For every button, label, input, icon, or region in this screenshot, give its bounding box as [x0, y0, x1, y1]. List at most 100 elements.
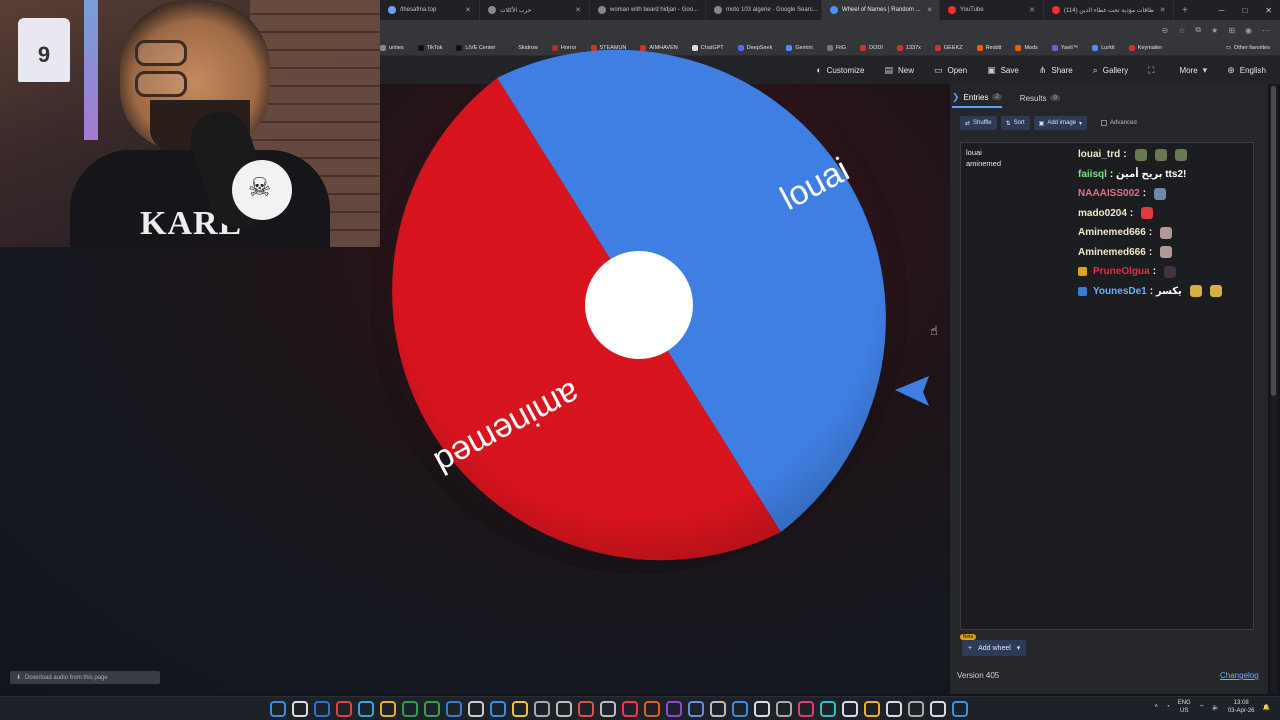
- taskbar-app-icon[interactable]: [798, 701, 814, 717]
- bookmark-item[interactable]: Keymailer: [1128, 44, 1162, 51]
- add-wheel-button[interactable]: + Add wheel ▾: [962, 640, 1027, 656]
- open-button[interactable]: ▭ Open: [934, 65, 967, 76]
- taskbar-app-icon[interactable]: [754, 701, 770, 717]
- fullscreen-button[interactable]: ⛶: [1148, 65, 1159, 76]
- language-region: US: [1180, 708, 1189, 714]
- new-tab-button[interactable]: +: [1174, 5, 1196, 16]
- browser-tab[interactable]: YouTube ✕: [940, 0, 1044, 20]
- advanced-toggle[interactable]: Advanced: [1101, 120, 1137, 126]
- taskbar-app-icon[interactable]: [534, 701, 550, 717]
- share-button[interactable]: ⋔ Share: [1039, 65, 1073, 76]
- other-favorites[interactable]: ▭ Other favorites: [1226, 45, 1280, 51]
- tab-entries[interactable]: ❯ Entries 2: [952, 92, 1002, 108]
- taskbar-app-icon[interactable]: [908, 701, 924, 717]
- maximize-icon[interactable]: □: [1242, 6, 1247, 15]
- zoom-icon[interactable]: ⊖: [1162, 26, 1169, 35]
- tab-favicon-icon: [1052, 6, 1060, 14]
- bookmark-item[interactable]: GEEKZ: [934, 44, 963, 51]
- taskbar-app-icon[interactable]: [776, 701, 792, 717]
- bookmark-item[interactable]: Lurkit: [1092, 44, 1115, 51]
- browser-tab[interactable]: woman with beard hidjan - Goo...✕: [590, 0, 706, 20]
- taskbar-app-icon[interactable]: [424, 701, 440, 717]
- network-icon[interactable]: ◔: [1166, 704, 1170, 710]
- taskbar-app-icon[interactable]: [446, 701, 462, 717]
- taskbar-app-icon[interactable]: [556, 701, 572, 717]
- taskbar-app-icon[interactable]: [578, 701, 594, 717]
- tab-close-icon[interactable]: ✕: [569, 6, 581, 14]
- save-label: Save: [1000, 65, 1019, 75]
- chevron-right-icon[interactable]: ❯: [952, 92, 960, 103]
- more-label: More: [1179, 65, 1198, 75]
- browser-tab[interactable]: Wheel of Names | Random ... ✕: [822, 0, 940, 20]
- taskbar-app-icon[interactable]: [644, 701, 660, 717]
- tray-chevron-icon[interactable]: ˄: [1155, 704, 1159, 710]
- wheel-center-hub[interactable]: [585, 251, 693, 359]
- english-button[interactable]: ⊕ English: [1227, 65, 1266, 76]
- taskbar-app-icon[interactable]: [820, 701, 836, 717]
- taskbar-app-icon[interactable]: [512, 701, 528, 717]
- taskbar-app-icon[interactable]: [842, 701, 858, 717]
- profile-icon[interactable]: ◉: [1245, 26, 1252, 35]
- taskbar-app-icon[interactable]: [930, 701, 946, 717]
- taskbar-app-icon[interactable]: [490, 701, 506, 717]
- taskbar-app-icon[interactable]: [402, 701, 418, 717]
- gallery-button[interactable]: ⌕ Gallery: [1093, 65, 1128, 76]
- clock[interactable]: 13:08 03-Apr-26: [1228, 699, 1255, 715]
- tab-close-icon[interactable]: ✕: [921, 6, 933, 14]
- windows-start-icon[interactable]: [270, 701, 286, 717]
- browser-tab[interactable]: /thesafma.top ✕: [380, 0, 480, 20]
- taskbar-app-icon[interactable]: [710, 701, 726, 717]
- taskbar-app-icon[interactable]: [732, 701, 748, 717]
- tab-close-icon[interactable]: ✕: [698, 6, 705, 14]
- close-window-icon[interactable]: ✕: [1265, 6, 1272, 15]
- collections-icon[interactable]: ⊞: [1228, 26, 1235, 35]
- menu-dots-icon[interactable]: ⋯: [1262, 26, 1270, 35]
- browser-tab[interactable]: moto 103 algerie - Google Searc...✕: [706, 0, 822, 20]
- sort-button[interactable]: ⇅ Sort: [1000, 116, 1030, 130]
- language-indicator[interactable]: ENG US: [1178, 699, 1191, 715]
- taskbar-app-icon[interactable]: [886, 701, 902, 717]
- changelog-link[interactable]: Changelog: [1220, 671, 1259, 680]
- tab-results[interactable]: Results 0: [1020, 92, 1060, 108]
- minimize-icon[interactable]: ─: [1219, 6, 1225, 15]
- taskbar-app-icon[interactable]: [952, 701, 968, 717]
- bookmark-item[interactable]: Mods: [1015, 44, 1038, 51]
- taskbar-app-icon[interactable]: [380, 701, 396, 717]
- notification-bell-icon[interactable]: 🔔: [1263, 704, 1270, 711]
- bookmark-favicon-icon: [1128, 44, 1135, 51]
- more-button[interactable]: More ▾: [1179, 65, 1207, 76]
- tab-close-icon[interactable]: ✕: [1154, 6, 1166, 14]
- taskbar-app-icon[interactable]: [864, 701, 880, 717]
- bookmark-item[interactable]: Yaeli™: [1051, 44, 1078, 51]
- extensions-icon[interactable]: ⧉: [1195, 25, 1201, 35]
- save-button[interactable]: ▣ Save: [987, 65, 1019, 76]
- taskbar-app-icon[interactable]: [336, 701, 352, 717]
- advanced-checkbox[interactable]: [1101, 120, 1108, 126]
- shuffle-button[interactable]: ⇄ Shuffle: [960, 116, 997, 130]
- taskbar-app-icon[interactable]: [688, 701, 704, 717]
- taskbar-app-icon[interactable]: [358, 701, 374, 717]
- taskbar-app-icon[interactable]: [314, 701, 330, 717]
- taskbar-app-icon[interactable]: [468, 701, 484, 717]
- add-image-button[interactable]: ▣ Add image ▾: [1033, 116, 1088, 130]
- bookmark-item[interactable]: Reddit: [976, 44, 1001, 51]
- taskbar-app-icon[interactable]: [600, 701, 616, 717]
- page-scrollbar-thumb[interactable]: [1271, 86, 1276, 396]
- browser-tab[interactable]: (114) طاقات مؤذية تحت غطاء الدين ✕: [1044, 0, 1174, 20]
- volume-icon[interactable]: 🔈: [1212, 704, 1219, 711]
- download-audio-bar[interactable]: ⬇ Download audio from this page: [10, 671, 160, 684]
- chevron-down-icon[interactable]: ▾: [1079, 120, 1082, 127]
- search-icon[interactable]: [292, 701, 308, 717]
- taskbar-app-icon[interactable]: [666, 701, 682, 717]
- wheel-svg[interactable]: louai aminemed: [370, 36, 908, 574]
- wifi-icon[interactable]: ⌔: [1199, 703, 1205, 711]
- browser-tab[interactable]: حرب الأكلات ✕: [480, 0, 590, 20]
- wheel[interactable]: louai aminemed: [370, 36, 908, 574]
- favorites-icon[interactable]: ★: [1211, 26, 1218, 35]
- chevron-down-icon[interactable]: ▾: [1017, 644, 1021, 652]
- tab-close-icon[interactable]: ✕: [1023, 6, 1035, 14]
- favorite-star-icon[interactable]: ☆: [1178, 26, 1185, 35]
- chat-badge-icon: [1078, 267, 1087, 277]
- tab-close-icon[interactable]: ✕: [459, 6, 471, 14]
- taskbar-app-icon[interactable]: [622, 701, 638, 717]
